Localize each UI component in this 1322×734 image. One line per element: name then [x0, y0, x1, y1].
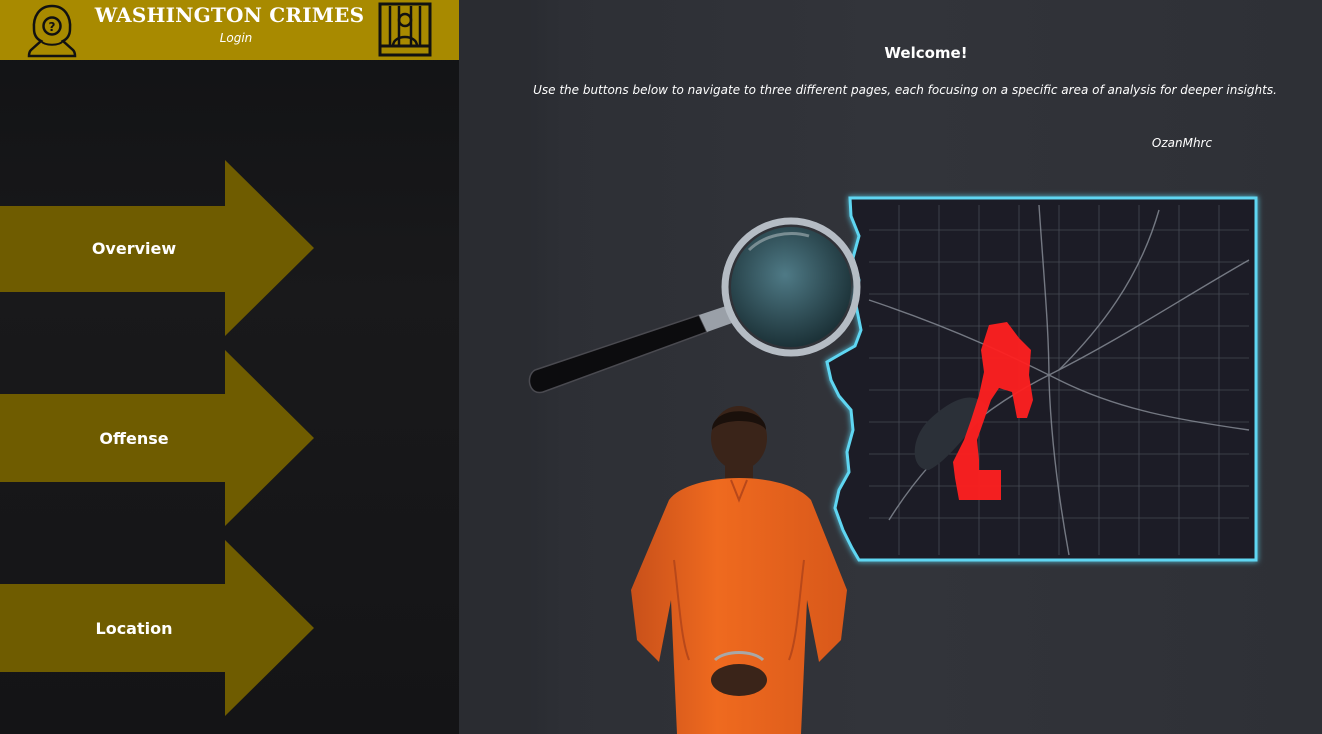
city-map — [825, 196, 1258, 562]
nav-offense-button[interactable]: Offense — [0, 350, 316, 528]
prisoner-figure — [631, 406, 847, 734]
magnifying-glass-icon — [528, 217, 861, 394]
nav-offense-label: Offense — [99, 429, 169, 448]
welcome-description: Use the buttons below to navigate to thr… — [533, 83, 1277, 97]
nav-location-button[interactable]: Location — [0, 540, 316, 718]
welcome-heading: Welcome! — [884, 44, 968, 62]
nav-overview-button[interactable]: Overview — [0, 160, 316, 338]
jail-prisoner-icon — [377, 2, 433, 58]
nav-overview-label: Overview — [91, 239, 177, 258]
author-credit: OzanMhrc — [1151, 136, 1213, 150]
app-header: ? WASHINGTON CRIMES Login — [0, 0, 459, 60]
crime-scene-illustration — [528, 196, 1258, 734]
nav-location-label: Location — [95, 619, 173, 638]
